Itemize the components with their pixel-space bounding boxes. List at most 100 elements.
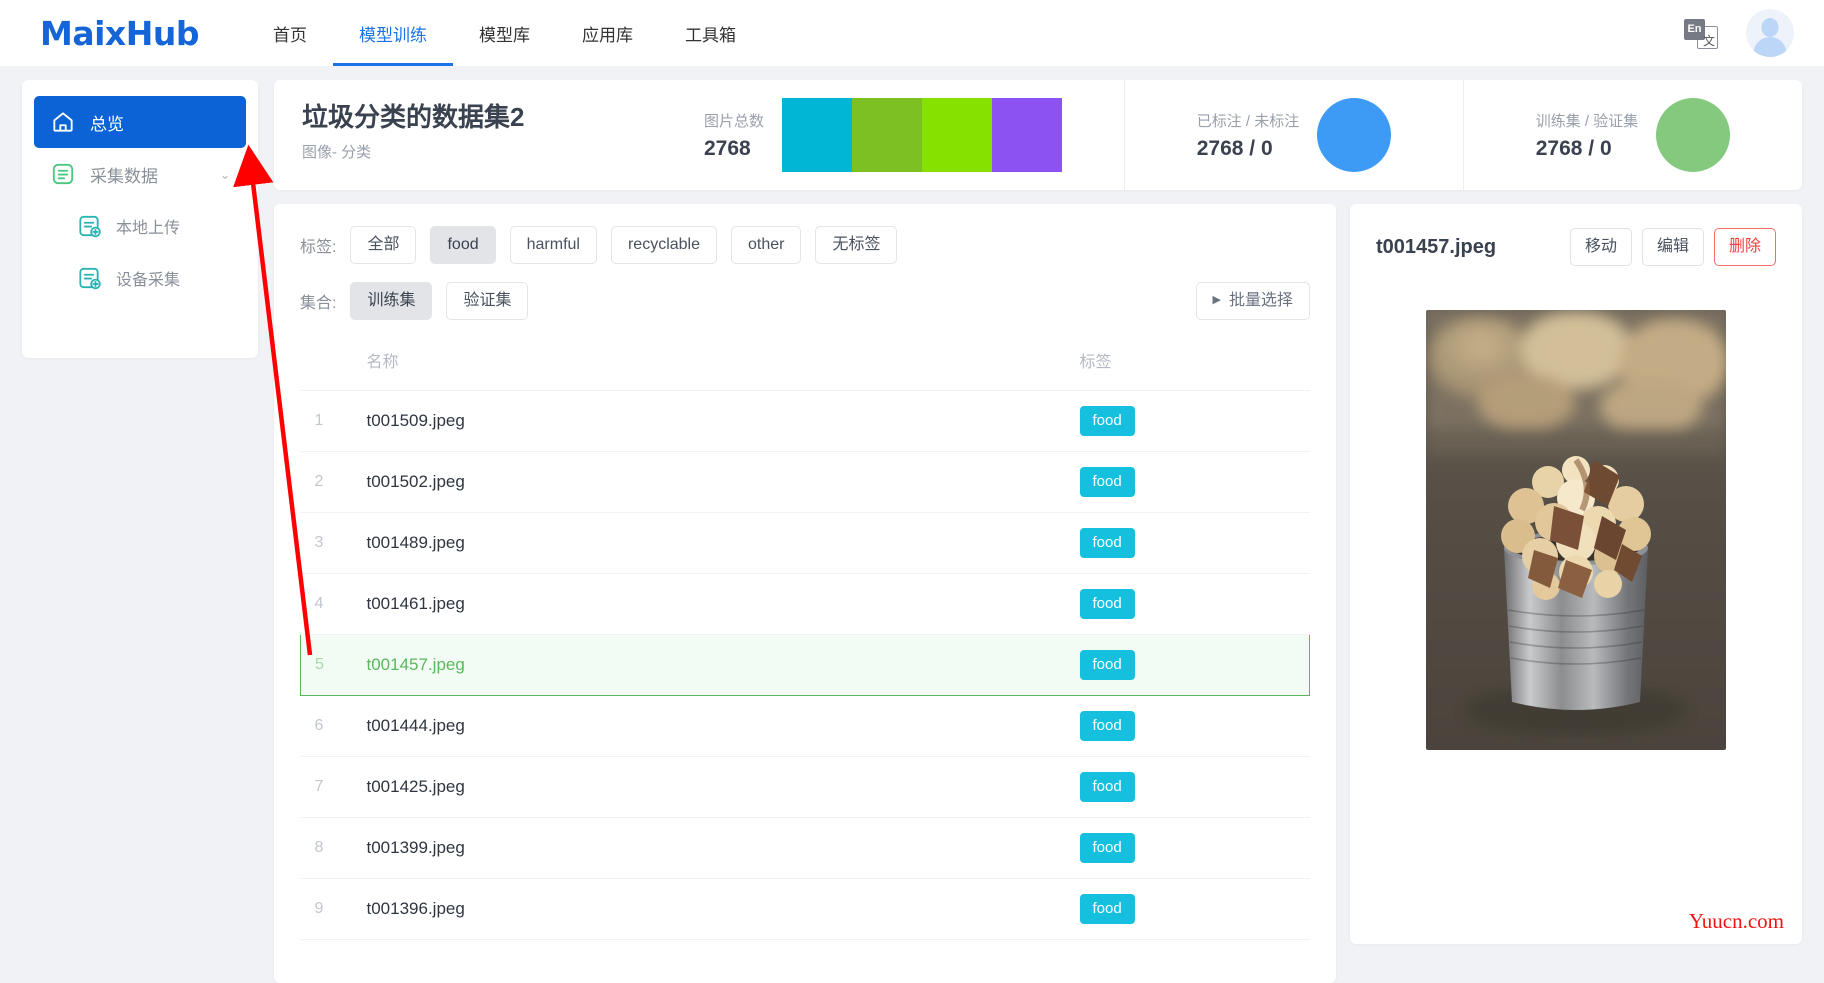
row-tag-cell: food bbox=[1079, 756, 1310, 818]
tag-chip-recyclable[interactable]: recyclable bbox=[610, 226, 717, 264]
image-preview[interactable] bbox=[1426, 310, 1726, 750]
image-table-head: 名称 标签 bbox=[300, 338, 1310, 391]
nav-item-toolbox[interactable]: 工具箱 bbox=[659, 0, 762, 66]
sidebar-item-device-collect-label: 设备采集 bbox=[116, 272, 181, 289]
table-row[interactable]: 3 t001489.jpeg food bbox=[300, 512, 1310, 574]
tag-filter-row: 标签: 全部 food harmful recyclable other 无标签 bbox=[300, 226, 1310, 264]
sidebar-item-overview-label: 总览 bbox=[90, 114, 124, 134]
class-bar-2 bbox=[922, 98, 993, 172]
batch-select-label: 批量选择 bbox=[1228, 292, 1293, 309]
sidebar: 总览 采集数据 ⌃ 本地上传 设备采集 bbox=[22, 80, 258, 358]
row-tag-cell: food bbox=[1079, 451, 1310, 513]
edit-button[interactable]: 编辑 bbox=[1641, 228, 1704, 266]
table-row[interactable]: 5 t001457.jpeg food bbox=[300, 634, 1310, 696]
row-tag-cell: food bbox=[1079, 634, 1310, 696]
table-row[interactable]: 2 t001502.jpeg food bbox=[300, 451, 1310, 513]
sidebar-item-overview[interactable]: 总览 bbox=[34, 96, 246, 148]
set-chip-validation[interactable]: 验证集 bbox=[446, 282, 529, 320]
move-button[interactable]: 移动 bbox=[1569, 228, 1632, 266]
table-row[interactable]: 8 t001399.jpeg food bbox=[300, 817, 1310, 879]
table-row[interactable]: 1 t001509.jpeg food bbox=[300, 390, 1310, 452]
status-badge: food bbox=[1079, 528, 1135, 558]
document-list-icon bbox=[50, 161, 76, 187]
main-nav: 首页 模型训练 模型库 应用库 工具箱 bbox=[247, 0, 762, 66]
language-switch-icon[interactable]: En 文 bbox=[1684, 17, 1718, 49]
row-index: 8 bbox=[300, 817, 367, 879]
sidebar-item-device-collect[interactable]: 设备采集 bbox=[34, 252, 246, 304]
dataset-title-wrap: 垃圾分类的数据集2 图像- 分类 bbox=[274, 80, 694, 190]
stat-train-val-text: 训练集 / 验证集 2768 / 0 bbox=[1536, 110, 1639, 161]
row-index: 9 bbox=[300, 878, 367, 940]
tag-filter-label: 标签: bbox=[300, 239, 337, 256]
stat-train-val: 训练集 / 验证集 2768 / 0 bbox=[1463, 80, 1802, 190]
home-icon bbox=[50, 109, 76, 135]
content-row: 标签: 全部 food harmful recyclable other 无标签… bbox=[274, 204, 1802, 983]
chevron-up-icon[interactable]: ⌃ bbox=[220, 167, 230, 181]
status-badge: food bbox=[1079, 772, 1135, 802]
stat-total-images-label: 图片总数 bbox=[704, 112, 765, 130]
stat-total-images: 图片总数 2768 bbox=[694, 80, 1124, 190]
table-header-row: 名称 标签 bbox=[300, 338, 1310, 391]
row-tag-cell: food bbox=[1079, 817, 1310, 879]
document-upload-icon bbox=[76, 213, 102, 239]
status-badge: food bbox=[1079, 406, 1135, 436]
row-index: 5 bbox=[300, 634, 367, 696]
row-tag-cell: food bbox=[1079, 512, 1310, 574]
image-table: 名称 标签 1 t001509.jpeg food 2 t001502.jpeg food… bbox=[300, 338, 1310, 940]
row-filename: t001461.jpeg bbox=[366, 573, 1080, 635]
page-title: 垃圾分类的数据集2 bbox=[302, 102, 525, 132]
dataset-summary-card: 垃圾分类的数据集2 图像- 分类 图片总数 2768 已标注 / 未标注 276… bbox=[274, 80, 1802, 190]
row-filename: t001509.jpeg bbox=[366, 390, 1080, 452]
sidebar-item-collect-data[interactable]: 采集数据 ⌃ bbox=[34, 148, 246, 200]
row-index: 4 bbox=[300, 573, 367, 635]
dataset-subtitle: 图像- 分类 bbox=[302, 144, 372, 162]
col-header-tag: 标签 bbox=[1079, 338, 1310, 391]
set-filter-label: 集合: bbox=[300, 295, 337, 312]
stat-labeled-label: 已标注 / 未标注 bbox=[1196, 112, 1300, 130]
top-header: MaixHub 首页 模型训练 模型库 应用库 工具箱 En 文 bbox=[0, 0, 1824, 66]
nav-item-model-library[interactable]: 模型库 bbox=[453, 0, 556, 66]
main-column: 垃圾分类的数据集2 图像- 分类 图片总数 2768 已标注 / 未标注 276… bbox=[274, 80, 1802, 983]
tag-chip-harmful[interactable]: harmful bbox=[509, 226, 597, 264]
row-tag-cell: food bbox=[1079, 878, 1310, 940]
maixhub-logo[interactable]: MaixHub bbox=[40, 17, 199, 50]
set-chip-train[interactable]: 训练集 bbox=[350, 282, 433, 320]
class-distribution-bars bbox=[782, 98, 1063, 172]
stat-labeled-unlabeled: 已标注 / 未标注 2768 / 0 bbox=[1124, 80, 1463, 190]
col-header-index bbox=[300, 338, 367, 391]
delete-button[interactable]: 删除 bbox=[1713, 228, 1776, 266]
batch-select-button[interactable]: ▶ 批量选择 bbox=[1195, 282, 1310, 320]
row-filename: t001457.jpeg bbox=[366, 634, 1080, 696]
tag-chip-all[interactable]: 全部 bbox=[350, 226, 417, 264]
table-row[interactable]: 9 t001396.jpeg food bbox=[300, 878, 1310, 940]
stat-total-images-text: 图片总数 2768 bbox=[704, 110, 764, 161]
detail-header: t001457.jpeg 移动 编辑 删除 bbox=[1376, 228, 1776, 266]
nav-item-model-training[interactable]: 模型训练 bbox=[332, 0, 453, 66]
set-filter-row: 集合: 训练集 验证集 ▶ 批量选择 bbox=[300, 282, 1310, 320]
avatar[interactable] bbox=[1746, 9, 1794, 57]
avatar-head bbox=[1761, 18, 1779, 37]
image-detail-panel: t001457.jpeg 移动 编辑 删除 Yuucn.com bbox=[1350, 204, 1802, 944]
tag-chip-food[interactable]: food bbox=[430, 226, 496, 264]
nav-item-home[interactable]: 首页 bbox=[247, 0, 333, 66]
preview-illustration bbox=[1426, 310, 1726, 750]
row-tag-cell: food bbox=[1079, 573, 1310, 635]
table-row[interactable]: 6 t001444.jpeg food bbox=[300, 695, 1310, 757]
row-filename: t001502.jpeg bbox=[366, 451, 1080, 513]
sidebar-item-local-upload-label: 本地上传 bbox=[116, 220, 181, 237]
nav-item-app-library[interactable]: 应用库 bbox=[556, 0, 659, 66]
tag-chip-untagged[interactable]: 无标签 bbox=[815, 226, 898, 264]
row-filename: t001444.jpeg bbox=[366, 695, 1080, 757]
col-header-name: 名称 bbox=[366, 338, 1080, 391]
detail-filename: t001457.jpeg bbox=[1376, 235, 1497, 258]
table-row[interactable]: 4 t001461.jpeg food bbox=[300, 573, 1310, 635]
page-layout: 总览 采集数据 ⌃ 本地上传 设备采集 垃圾分类的数据集2 图像- 分类 图片总… bbox=[0, 66, 1824, 983]
sidebar-item-local-upload[interactable]: 本地上传 bbox=[34, 200, 246, 252]
tag-chip-other[interactable]: other bbox=[731, 226, 802, 264]
labeled-donut-chart bbox=[1317, 98, 1392, 172]
row-filename: t001425.jpeg bbox=[366, 756, 1080, 818]
status-badge: food bbox=[1079, 833, 1135, 863]
table-row[interactable]: 7 t001425.jpeg food bbox=[300, 756, 1310, 818]
status-badge: food bbox=[1079, 650, 1135, 680]
site-watermark: Yuucn.com bbox=[1688, 909, 1784, 933]
